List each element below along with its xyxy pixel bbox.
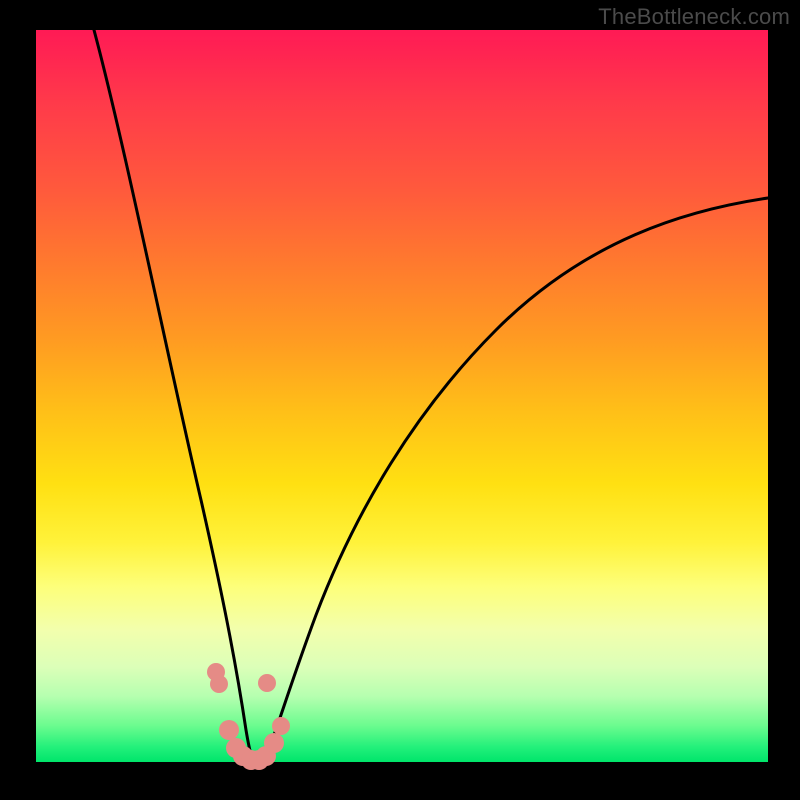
dot <box>272 717 290 735</box>
chart-frame: TheBottleneck.com <box>0 0 800 800</box>
dot <box>258 674 276 692</box>
valley-dots <box>207 663 290 770</box>
watermark-text: TheBottleneck.com <box>598 4 790 30</box>
curve-right-branch <box>265 198 768 758</box>
dot <box>210 675 228 693</box>
plot-area <box>36 30 768 762</box>
curve-left-branch <box>94 30 252 758</box>
dot <box>219 720 239 740</box>
dot <box>264 733 284 753</box>
curves-svg <box>36 30 768 762</box>
